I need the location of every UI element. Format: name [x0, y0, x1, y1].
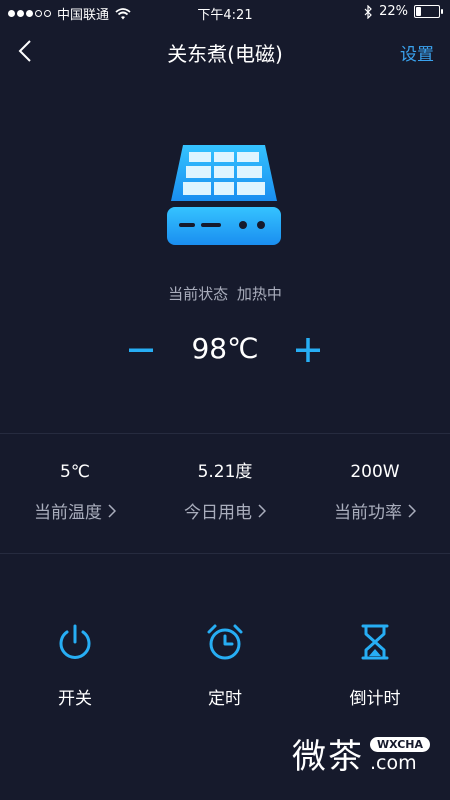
status-label: 当前状态: [168, 285, 229, 303]
bluetooth-icon: [364, 4, 372, 19]
chevron-left-icon: [18, 40, 31, 62]
stat-label: 今日用电: [184, 503, 252, 523]
increase-temperature-button[interactable]: [294, 336, 322, 364]
power-icon: [59, 624, 91, 659]
alarm-clock-icon: [207, 624, 243, 660]
page-title: 关东煮(电磁): [167, 42, 283, 66]
timer-button[interactable]: 定时: [150, 622, 300, 709]
chevron-right-icon: [258, 503, 266, 518]
battery-fill: [416, 7, 421, 16]
temperature-control: 98℃: [0, 328, 450, 372]
induction-cooker-icon: [167, 145, 281, 245]
nav-bar: 关东煮(电磁) 设置: [0, 26, 450, 76]
countdown-button[interactable]: 倒计时: [300, 622, 450, 709]
battery-icon: [414, 5, 443, 18]
action-label: 倒计时: [349, 689, 401, 709]
stat-value: 5℃: [60, 462, 90, 482]
target-temperature: 98℃: [191, 332, 259, 365]
decrease-temperature-button[interactable]: [127, 336, 155, 364]
stat-value: 5.21度: [197, 462, 253, 482]
stat-today-power-usage[interactable]: 5.21度 今日用电: [150, 460, 300, 523]
action-label: 定时: [208, 689, 242, 709]
watermark: 微茶 WXCHA .com: [292, 729, 430, 778]
status-bar: 中国联通 下午4:21 22%: [0, 0, 450, 24]
watermark-domain: .com: [369, 752, 417, 774]
stats-row: 5℃ 当前温度 5.21度 今日用电 200W 当前功率: [0, 460, 450, 523]
action-row: 开关 定时 倒计时: [0, 622, 450, 709]
chevron-right-icon: [408, 503, 416, 518]
status-right: 22%: [364, 4, 443, 19]
stat-label: 当前温度: [34, 503, 102, 523]
stat-current-power[interactable]: 200W 当前功率: [300, 460, 450, 523]
chevron-right-icon: [108, 503, 116, 518]
stat-current-temperature[interactable]: 5℃ 当前温度: [0, 460, 150, 523]
watermark-badge: WXCHA: [369, 737, 430, 752]
action-label: 开关: [58, 689, 92, 709]
power-button[interactable]: 开关: [0, 622, 150, 709]
divider-top: [0, 433, 450, 434]
back-button[interactable]: [10, 34, 40, 68]
settings-button[interactable]: 设置: [400, 40, 434, 65]
stat-value: 200W: [350, 462, 400, 482]
hourglass-icon: [361, 624, 389, 660]
stat-label: 当前功率: [334, 503, 402, 523]
watermark-text: 微茶: [291, 737, 364, 777]
device-status: 当前状态 加热中: [0, 283, 450, 304]
status-value: 加热中: [236, 285, 282, 303]
divider-bottom: [0, 553, 450, 554]
battery-percent: 22%: [379, 4, 408, 19]
